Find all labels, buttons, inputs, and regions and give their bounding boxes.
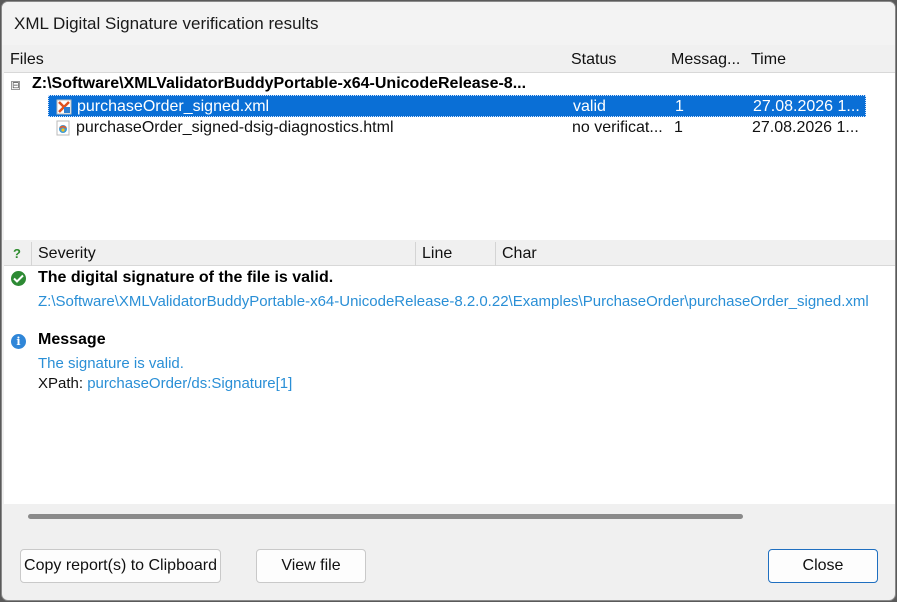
- file-messages-count: 1: [674, 119, 683, 136]
- line-label: Line: [422, 245, 453, 262]
- file-row-html[interactable]: purchaseOrder_signed-dsig-diagnostics.ht…: [48, 117, 866, 139]
- tree-root-folder[interactable]: ⊟ Z:\Software\XMLValidatorBuddyPortable-…: [4, 73, 895, 95]
- file-time: 27.08.2026 1...: [752, 119, 859, 136]
- check-circle-icon: [11, 271, 26, 286]
- copy-report-button[interactable]: Copy report(s) to Clipboard: [20, 549, 221, 583]
- column-header-severity[interactable]: Severity: [32, 242, 416, 266]
- file-name: purchaseOrder_signed.xml: [77, 98, 270, 115]
- severity-label: Severity: [38, 245, 96, 262]
- root-folder-label: Z:\Software\XMLValidatorBuddyPortable-x6…: [32, 75, 527, 92]
- collapse-icon[interactable]: ⊟: [11, 81, 20, 90]
- column-header-line[interactable]: Line: [416, 242, 496, 266]
- column-header-icon[interactable]: ?: [4, 242, 32, 266]
- message-text: The signature is valid.: [38, 355, 184, 372]
- messages-list-view[interactable]: ? Severity Line Char The digital signatu…: [4, 242, 895, 504]
- xpath-link[interactable]: purchaseOrder/ds:Signature[1]: [87, 375, 292, 392]
- files-header: Files Status Messag... Time: [4, 45, 895, 73]
- file-path-link[interactable]: Z:\Software\XMLValidatorBuddyPortable-x6…: [38, 293, 869, 310]
- title-bar[interactable]: XML Digital Signature verification resul…: [2, 2, 895, 45]
- column-header-char[interactable]: Char: [496, 242, 895, 266]
- view-file-button[interactable]: View file: [256, 549, 366, 583]
- close-button[interactable]: Close: [768, 549, 878, 583]
- column-header-messages[interactable]: Messag...: [671, 51, 740, 69]
- xml-file-icon: [56, 99, 72, 115]
- column-header-files[interactable]: Files: [10, 51, 44, 69]
- info-icon: i: [11, 334, 26, 349]
- help-icon: ?: [13, 246, 21, 261]
- scrollbar-thumb[interactable]: [28, 514, 743, 519]
- file-name: purchaseOrder_signed-dsig-diagnostics.ht…: [76, 119, 394, 136]
- file-row-xml[interactable]: purchaseOrder_signed.xml valid 1 27.08.2…: [48, 95, 866, 117]
- file-status: no verificat...: [572, 119, 663, 136]
- xpath-line: XPath: purchaseOrder/ds:Signature[1]: [38, 375, 292, 392]
- file-messages-count: 1: [675, 98, 684, 115]
- horizontal-scrollbar[interactable]: [28, 514, 743, 520]
- message-title: Message: [38, 331, 106, 348]
- verification-results-dialog: XML Digital Signature verification resul…: [1, 1, 896, 601]
- xpath-label: XPath:: [38, 375, 84, 392]
- html-file-icon: [56, 120, 70, 136]
- message-title: The digital signature of the file is val…: [38, 269, 334, 286]
- char-label: Char: [502, 245, 537, 262]
- files-tree-view[interactable]: Files Status Messag... Time ⊟ Z:\Softwar…: [4, 45, 895, 240]
- window-title: XML Digital Signature verification resul…: [14, 14, 319, 33]
- column-header-status[interactable]: Status: [571, 51, 616, 69]
- messages-header: ? Severity Line Char: [4, 242, 895, 266]
- file-time: 27.08.2026 1...: [753, 98, 860, 115]
- column-header-time[interactable]: Time: [751, 51, 786, 69]
- file-status: valid: [573, 98, 606, 115]
